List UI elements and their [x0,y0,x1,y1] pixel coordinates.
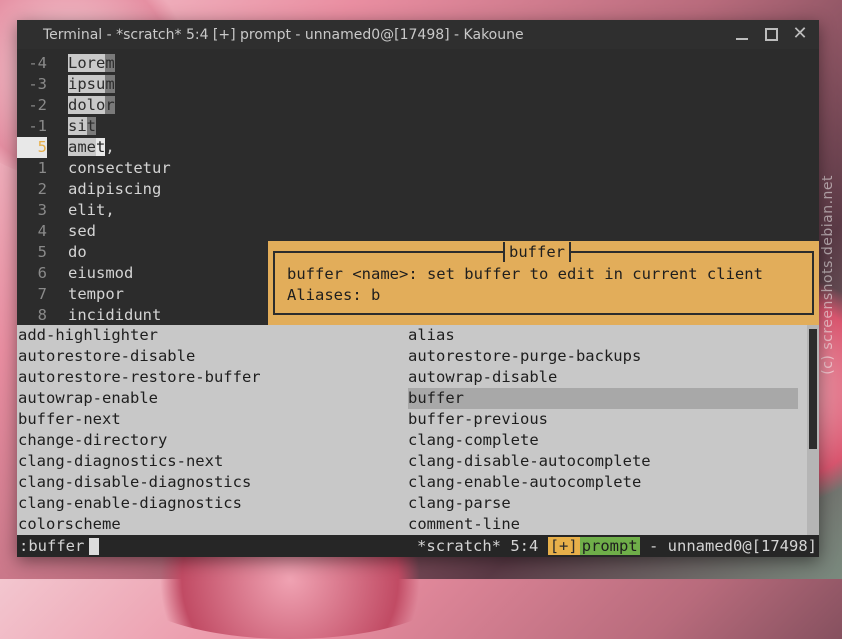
completion-item[interactable]: alias [408,325,798,346]
terminal-area[interactable]: -4 Lorem -3 ipsum -2 dolor -1 sit 5 amet, 1 consect… [17,49,819,557]
selection-segment: si [68,117,87,135]
text-segment: adipiscing [68,180,162,198]
cursor: t [96,138,106,156]
modified-badge: [+] [547,537,580,555]
line-text: elit, [68,200,115,221]
mode-line: *scratch* 5:4 [+] prompt - unnamed0@[1749… [417,535,817,557]
text-segment: consectetur [68,159,171,177]
text-segment: do [68,243,87,261]
watermark: (c) screenshots.debian.net [820,175,836,375]
buffer-line[interactable]: 3 elit, [17,200,819,221]
completion-item[interactable]: comment-line [408,514,798,535]
info-description: buffer <name>: set buffer to edit in cur… [287,265,763,283]
completion-item[interactable]: buffer-next [18,409,406,430]
selection-segment: m [105,54,115,72]
selection-segment: m [105,75,115,93]
line-number: 5 [37,243,47,261]
line-number: -2 [28,96,47,114]
maximize-icon[interactable] [762,25,780,43]
line-text: sed [68,221,96,242]
line-text: incididunt [68,305,161,326]
completion-item[interactable]: clang-parse [408,493,798,514]
line-text: dolor [68,95,115,116]
line-text: amet, [68,137,115,158]
selection-segment: ame [68,138,96,156]
scrollbar-thumb[interactable] [809,329,817,449]
completion-item[interactable]: clang-disable-autocomplete [408,451,798,472]
line-number: -3 [28,75,47,93]
line-number: 5 [17,137,47,158]
info-popup: buffer buffer <name>: set buffer to edit… [268,241,819,325]
completion-item[interactable]: clang-complete [408,430,798,451]
selection-segment: Lore [68,54,106,72]
info-title: buffer [503,242,571,262]
line-number: -1 [28,117,47,135]
line-number: 2 [37,180,47,198]
line-text: sit [68,116,97,137]
client-info: - unnamed0@[17498] [639,537,817,555]
completion-item[interactable]: add-highlighter [18,325,406,346]
prompt-cursor [89,538,99,555]
buffer-line[interactable]: 1 consectetur [17,158,819,179]
selection-segment: ipsu [68,75,106,93]
line-text: eiusmod [68,263,133,284]
completion-item[interactable]: colorscheme [18,514,406,535]
line-text: tempor [68,284,124,305]
window-title: Terminal - *scratch* 5:4 [+] prompt - un… [43,27,524,43]
terminal-window: Terminal - *scratch* 5:4 [+] prompt - un… [17,20,819,557]
line-text: ipsum [68,74,115,95]
completion-item[interactable]: autowrap-disable [408,367,798,388]
completion-item[interactable]: autorestore-purge-backups [408,346,798,367]
text-segment: elit, [68,201,115,219]
completion-menu[interactable]: add-highlighter autorestore-disable autore… [17,325,807,535]
text-segment: incididunt [68,306,162,324]
line-number: 3 [37,201,47,219]
selection-segment: r [105,96,115,114]
line-number: 6 [37,264,47,282]
line-number: 4 [37,222,47,240]
status-line: :buffer *scratch* 5:4 [+] prompt - unname… [17,535,819,557]
line-number: -4 [28,54,47,72]
line-text: consectetur [68,158,171,179]
buffer-line[interactable]: 5 amet, [17,137,819,158]
completion-item[interactable]: buffer-previous [408,409,798,430]
buffer-line[interactable]: -2 dolor [17,95,819,116]
buffer-line[interactable]: -3 ipsum [17,74,819,95]
completion-scrollbar[interactable] [807,325,819,535]
completion-item[interactable]: clang-disable-diagnostics [18,472,406,493]
selection-segment: t [86,117,97,135]
completion-item[interactable]: clang-diagnostics-next [18,451,406,472]
line-text: Lorem [68,53,115,74]
completion-item[interactable]: clang-enable-diagnostics [18,493,406,514]
title-bar[interactable]: Terminal - *scratch* 5:4 [+] prompt - un… [17,20,819,49]
buffer-line[interactable]: 2 adipiscing [17,179,819,200]
completion-item[interactable]: autowrap-enable [18,388,406,409]
text-segment: sed [68,222,96,240]
text-segment: eiusmod [68,264,134,282]
buffer-line[interactable]: -1 sit [17,116,819,137]
line-text: adipiscing [68,179,161,200]
text-segment: tempor [68,285,124,303]
info-aliases: Aliases: b [287,286,381,304]
line-number: 1 [37,159,47,177]
selection-segment: dolo [68,96,106,114]
buffer-line[interactable]: 4 sed [17,221,819,242]
line-number: 7 [37,285,47,303]
buffer-line[interactable]: -4 Lorem [17,53,819,74]
close-icon[interactable]: ✕ [791,25,809,43]
completion-item[interactable]: change-directory [18,430,406,451]
command-prompt[interactable]: :buffer [17,535,84,557]
buffer-position: *scratch* 5:4 [417,537,548,555]
minimize-icon[interactable] [733,25,751,43]
completion-item[interactable]: buffer [408,388,798,409]
line-number: 8 [37,306,47,324]
text-segment: , [105,138,115,156]
mode-badge: prompt [579,537,640,555]
completion-item[interactable]: clang-enable-autocomplete [408,472,798,493]
completion-item[interactable]: autorestore-restore-buffer [18,367,406,388]
line-text: do [68,242,87,263]
completion-item[interactable]: autorestore-disable [18,346,406,367]
